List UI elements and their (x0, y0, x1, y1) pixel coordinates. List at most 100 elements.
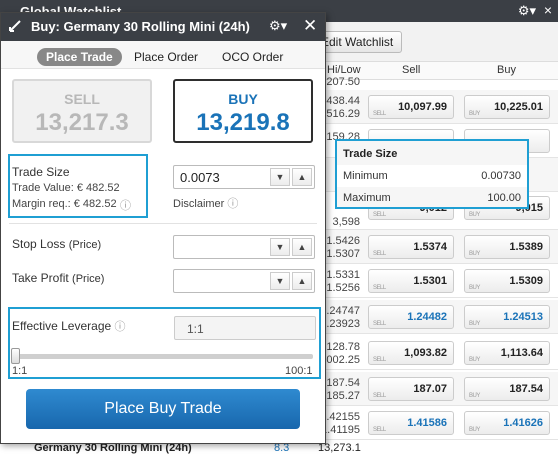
maximum-label: Maximum (343, 192, 391, 204)
sell-price: 13,217.3 (35, 109, 129, 136)
tab-oco-order[interactable]: OCO Order (222, 48, 283, 66)
buy-price-button[interactable]: BUY 187.54 (464, 377, 550, 401)
sell-tag-icon: SELL (373, 285, 386, 291)
trade-size-input[interactable]: 0.0073 ▼ ▲ (173, 165, 315, 189)
place-buy-trade-button[interactable]: Place Buy Trade (26, 389, 300, 429)
sell-price-button[interactable]: SELL 1.5301 (368, 269, 454, 293)
dialog-title: Buy: Germany 30 Rolling Mini (24h) (31, 19, 250, 34)
buy-tag-icon: BUY (469, 251, 480, 257)
take-profit-input[interactable]: ▼ ▲ (173, 269, 315, 293)
close-icon[interactable]: × (544, 2, 552, 18)
trade-value: Trade Value: € 482.52 (12, 182, 120, 194)
sell-tag-icon: SELL (373, 393, 386, 399)
column-buy: Buy (497, 64, 516, 76)
sell-label: SELL (64, 91, 100, 107)
sell-price-button[interactable]: SELL 1.5374 (368, 235, 454, 259)
sell-price: 1.24482 (407, 311, 447, 323)
buy-price: 187.54 (509, 383, 543, 395)
chevron-down-icon[interactable]: ▼ (270, 238, 290, 256)
close-icon[interactable]: ✕ (303, 16, 317, 36)
sell-price-button[interactable]: SELL 1.41586 (368, 411, 454, 435)
tooltip-row-minimum: Minimum 0.00730 (337, 165, 527, 187)
buy-price: 1,113.64 (500, 347, 543, 359)
dialog-titlebar[interactable]: Buy: Germany 30 Rolling Mini (24h) ⚙▾ ✕ (1, 13, 325, 41)
buy-price-button[interactable]: BUY 1,113.64 (464, 341, 550, 365)
sell-tag-icon: SELL (373, 427, 386, 433)
sell-price-button[interactable]: SELL 1,093.82 (368, 341, 454, 365)
trade-size-value: 0.0073 (180, 170, 220, 185)
margin-requirement: Margin req.: € 482.52 (12, 198, 117, 210)
trade-size-tooltip: Trade Size Minimum 0.00730 Maximum 100.0… (335, 139, 529, 209)
order-tabs: Place Trade Place Order OCO Order (1, 41, 325, 69)
chevron-down-icon[interactable]: ▼ (270, 272, 290, 290)
sell-price: 10,097.99 (398, 101, 447, 113)
leverage-slider-track[interactable] (13, 354, 313, 359)
column-hi-low: Hi/Low (327, 64, 361, 76)
divider (9, 223, 317, 224)
disclaimer-link[interactable]: Disclaimer ⓘ (173, 195, 238, 211)
buy-price-button[interactable]: BUY 1.24513 (464, 305, 550, 329)
buy-tag-icon: BUY (469, 427, 480, 433)
tooltip-title: Trade Size (343, 148, 398, 160)
buy-tag-icon: BUY (469, 321, 480, 327)
disclaimer-label: Disclaimer (173, 198, 225, 210)
stop-loss-input[interactable]: ▼ ▲ (173, 235, 315, 259)
buy-tag-icon: BUY (469, 111, 480, 117)
chevron-down-icon[interactable]: ▼ (270, 168, 290, 186)
sell-tag-icon: SELL (373, 321, 386, 327)
info-icon[interactable]: ⓘ (120, 197, 131, 213)
sell-price-button[interactable]: SELL 10,097.99 (368, 95, 454, 119)
minimum-value: 0.00730 (481, 170, 521, 182)
column-sell: Sell (402, 64, 421, 76)
buy-tag-icon: BUY (469, 285, 480, 291)
sell-button[interactable]: SELL 13,217.3 (12, 79, 152, 143)
buy-tag-icon: BUY (469, 393, 480, 399)
sell-price: 1.41586 (407, 417, 447, 429)
tab-place-order[interactable]: Place Order (134, 48, 198, 66)
tab-place-trade[interactable]: Place Trade (37, 48, 122, 66)
app-window: Global Watchlist ⚙▾ × Edit Watchlist Hi/… (0, 0, 558, 456)
buy-tag-icon: BUY (469, 357, 480, 363)
buy-price: 1.5309 (509, 275, 543, 287)
buy-price: 1.24513 (503, 311, 543, 323)
leverage-label: Effective Leverage ⓘ (12, 318, 126, 334)
trade-ticket-dialog: Buy: Germany 30 Rolling Mini (24h) ⚙▾ ✕ … (0, 12, 326, 444)
sell-price: 1.5301 (413, 275, 447, 287)
maximum-value: 100.00 (487, 192, 521, 204)
trade-size-label: Trade Size (12, 165, 70, 179)
buy-price: 10,225.01 (494, 101, 543, 113)
buy-price: 13,219.8 (196, 109, 290, 136)
buy-price-button[interactable]: BUY 1.41626 (464, 411, 550, 435)
chevron-up-icon[interactable]: ▲ (292, 272, 312, 290)
buy-label: BUY (228, 91, 258, 107)
sell-price: 1,093.82 (404, 347, 447, 359)
chevron-up-icon[interactable]: ▲ (292, 238, 312, 256)
stop-loss-text: Stop Loss (12, 237, 66, 251)
stop-loss-suffix: (Price) (68, 239, 102, 251)
sell-tag-icon: SELL (373, 357, 386, 363)
sell-tag-icon: SELL (373, 111, 386, 117)
minimum-label: Minimum (343, 170, 388, 182)
info-icon: ⓘ (114, 321, 126, 333)
slider-min-label: 1:1 (12, 365, 28, 377)
buy-price-button[interactable]: BUY 1.5389 (464, 235, 550, 259)
gear-icon[interactable]: ⚙▾ (269, 18, 287, 34)
sell-price-button[interactable]: SELL 187.07 (368, 377, 454, 401)
buy-price: 1.5389 (509, 241, 543, 253)
leverage-slider-handle[interactable] (11, 348, 20, 364)
stop-loss-label: Stop Loss (Price) (12, 237, 101, 251)
buy-price: 1.41626 (503, 417, 543, 429)
leverage-value: 1:1 (187, 322, 204, 336)
sell-price: 187.07 (413, 383, 447, 395)
take-profit-suffix: (Price) (72, 273, 105, 285)
gear-icon[interactable]: ⚙▾ (518, 3, 536, 19)
buy-price-button[interactable]: BUY 10,225.01 (464, 95, 550, 119)
buy-price-button[interactable]: BUY 1.5309 (464, 269, 550, 293)
sell-price-button[interactable]: SELL 1.24482 (368, 305, 454, 329)
buy-button[interactable]: BUY 13,219.8 (173, 79, 313, 143)
leverage-text: Effective Leverage (12, 319, 112, 333)
sell-price: 1.5374 (413, 241, 447, 253)
chevron-up-icon[interactable]: ▲ (292, 168, 312, 186)
leverage-field: 1:1 (174, 316, 316, 340)
take-profit-text: Take Profit (12, 271, 69, 285)
